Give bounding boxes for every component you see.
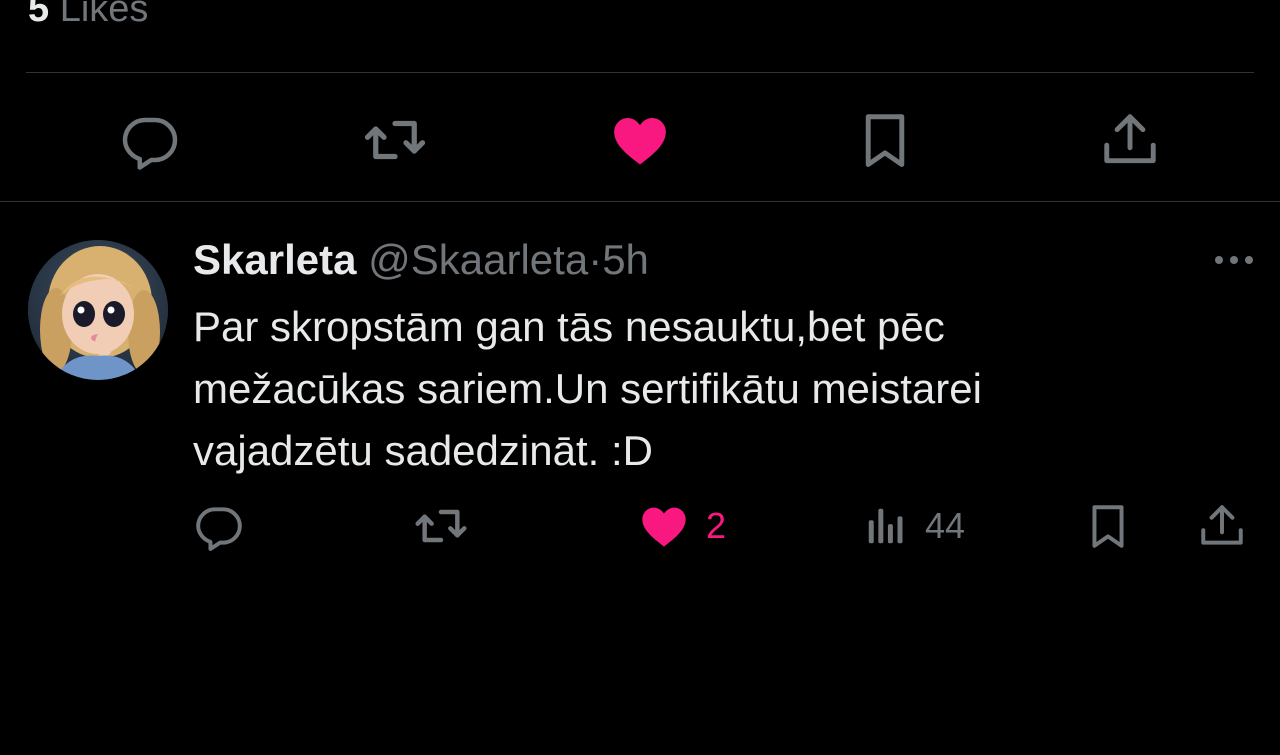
author-handle[interactable]: @Skaarleta (368, 236, 588, 283)
tweet-text-line: Par skropstām gan tās nesauktu,bet pēc (193, 303, 945, 350)
retweet-icon (364, 120, 426, 160)
bookmark-button[interactable] (850, 105, 920, 175)
tweet-page: 5 Likes Skarleta @Skaarleta·5h Par skrop… (0, 0, 1280, 755)
reply-header: Skarleta @Skaarleta·5h (193, 234, 649, 286)
views-chart-icon (868, 508, 903, 544)
reply-icon (122, 117, 178, 170)
avatar-image (28, 240, 168, 380)
reply-button[interactable] (194, 500, 244, 552)
tweet-text: Par skropstām gan tās nesauktu,bet pēc m… (193, 296, 1193, 482)
author-name[interactable]: Skarleta (193, 236, 356, 283)
bookmark-button[interactable] (1083, 500, 1133, 552)
reply-button[interactable] (115, 105, 185, 175)
retweet-icon (415, 509, 467, 543)
likes-count: 5 (28, 0, 50, 30)
likes-label: Likes (59, 0, 149, 30)
heart-icon (642, 507, 686, 547)
like-button[interactable]: 2 (638, 500, 726, 552)
tweet-text-line: vajadzētu sadedzināt. :D (193, 427, 653, 474)
avatar[interactable] (28, 240, 168, 380)
share-button[interactable] (1095, 105, 1165, 175)
separator-dot: · (588, 236, 603, 283)
more-options-button[interactable] (1208, 242, 1260, 278)
heart-icon (614, 118, 666, 165)
reply-tweet-actions: 2 44 (0, 500, 1280, 552)
divider (0, 201, 1280, 202)
retweet-button[interactable] (413, 500, 469, 552)
bookmark-icon (865, 114, 905, 167)
share-button[interactable] (1197, 500, 1247, 552)
likes-summary[interactable]: 5 Likes (28, 0, 148, 32)
retweet-button[interactable] (360, 105, 430, 175)
share-icon (1104, 114, 1156, 164)
divider (26, 72, 1254, 73)
main-tweet-actions (0, 105, 1280, 175)
more-dots-icon (1215, 256, 1253, 264)
view-count: 44 (925, 505, 966, 546)
like-count: 2 (706, 505, 727, 546)
like-button[interactable] (605, 105, 675, 175)
tweet-text-line: mežacūkas sariem.Un sertifikātu meistare… (193, 365, 982, 412)
tweet-time[interactable]: 5h (602, 236, 649, 283)
share-icon (1201, 505, 1243, 545)
bookmark-icon (1092, 505, 1124, 548)
reply-icon (196, 507, 242, 551)
views-button[interactable]: 44 (863, 500, 965, 552)
